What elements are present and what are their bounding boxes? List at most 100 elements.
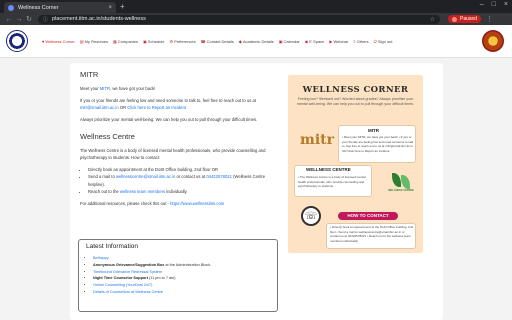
profile-label: Paused [460,16,477,22]
list-item: Online Counselling (YourDost 24/7) [93,282,270,289]
site-header: ♥ Wellness Corner ▤ My Resumes ▦ Companies … [0,25,512,58]
additional-resources: For additional resources, please check t… [80,200,225,206]
url-text: placement.iitm.ac.in/students-wellness [52,16,146,22]
nav-label: My Resumes [84,39,108,44]
list-item: BeHappy [93,255,270,262]
content-card: MITR Meet your MITR, we have got your ba… [70,63,443,320]
maximize-icon[interactable]: □ [492,1,496,8]
list-item: Anonymous Grievance/Suggestion Box at th… [93,262,270,269]
nav-calendar[interactable]: ▣ Calendar [279,39,300,44]
helpline-phone-link[interactable]: 04422578021 [206,174,232,179]
phone-icon: ☎ [200,39,206,44]
grievance-system-link[interactable]: Timebound Grievance Redressal System [93,270,162,274]
wc-logo-label: WELLNESS CENTRE [388,189,414,192]
poster-title: WELLNESS CORNER [302,85,409,95]
nav-academic-details[interactable]: ◆ Academic Details [239,39,274,44]
wellness-poster: WELLNESS CORNER Feeling low? Stressed ou… [288,75,423,253]
list-item: Send a mail to wellnesscentre@smail.iitm… [88,173,280,187]
window-close-icon[interactable]: × [504,1,508,8]
browser-toolbar: ← → ↻ ⓘ placement.iitm.ac.in/students-we… [0,13,512,25]
graduation-icon: ◆ [238,39,242,44]
wellness-email-link[interactable]: wellnesscentre@smail.iitm.ac.in [116,174,175,179]
mitr-logo: mitr [300,132,334,148]
leaf-icon [401,175,410,189]
calendar-icon: ▣ [278,39,283,44]
nav-contact-details[interactable]: ☎ Contact Details [201,39,234,44]
sign-out-icon: ⏻ [373,39,377,44]
tab-title: Wellness Corner [18,4,59,11]
nav-label: Contact Details [206,39,234,44]
nav-label: Companies [117,39,139,44]
nav-my-resumes[interactable]: ▤ My Resumes [80,39,108,44]
nav-label: Calendar [283,39,300,44]
nav-wellness-corner[interactable]: ♥ Wellness Corner [42,39,75,44]
list-item: Night Time Counselor Support (11 pm to 7… [93,275,270,282]
calendar-icon: ▣ [143,39,147,44]
list-item: Details of Counsellors at Wellness Centr… [93,289,270,296]
forward-icon[interactable]: → [14,16,24,23]
profile-button[interactable]: Paused [448,15,481,23]
mitr-reach-out: If you or your friends are feeling low a… [80,97,256,111]
mitr-link[interactable]: MITR [100,86,110,91]
text-column: MITR Meet your MITR, we have got your ba… [80,69,280,210]
page-body: MITR Meet your MITR, we have got your ba… [0,58,512,320]
document-icon: ▤ [79,39,84,44]
main-nav: ♥ Wellness Corner ▤ My Resumes ▦ Companies … [42,39,393,44]
resources-link[interactable]: https://www.wellnessiitm.com [170,201,224,206]
list-item: Timebound Grievance Redressal System [93,269,270,276]
browser-tab-strip: Wellness Corner × + – □ × [0,0,512,13]
latest-heading: Latest Information [86,243,139,250]
gear-icon: ⚙ [169,39,174,44]
nav-label: E Space [309,39,325,44]
mitr-prioritize: Always prioritize your mental well-being… [80,117,258,123]
nav-label: Sign out [377,39,393,44]
mitr-heading: MITR [80,70,99,79]
nav-webinar[interactable]: ▶ Webinar [329,39,348,44]
wellness-centre-heading: Wellness Centre [80,132,135,142]
tab-close-icon[interactable]: × [108,5,112,11]
poster-wc-title: WELLNESS CENTRE [306,167,351,172]
reload-icon[interactable]: ↻ [24,15,34,23]
building-icon: ▦ [113,39,117,44]
new-tab-icon[interactable]: + [120,2,125,11]
behappy-link[interactable]: BeHappy [93,256,109,260]
browser-menu-icon[interactable]: ⋮ [486,15,493,23]
report-incident-link[interactable]: Click here to Report an Incident [127,105,186,110]
nav-label: Others [356,39,369,44]
nav-label: Academic Details [242,39,274,44]
how-to-contact-pill: HOW TO CONTACT [338,212,398,220]
address-bar[interactable]: ⓘ placement.iitm.ac.in/students-wellness… [38,14,440,24]
mitr-email-link[interactable]: mitr@smail.iitm.ac.in [80,105,119,110]
window-controls: – □ × [480,1,508,8]
online-counselling-link[interactable]: Online Counselling (YourDost 24/7) [93,283,152,287]
contact-list: Directly book an appointment at the DoSt… [88,166,280,195]
nav-label: Preferences [174,39,196,44]
iitm-logo[interactable] [6,30,28,52]
avatar [452,16,457,22]
nav-others[interactable]: ≡ Others [353,39,368,44]
counsellors-details-link[interactable]: Details of Counsellors at Wellness Centr… [93,290,163,294]
emblem-logo [482,30,504,52]
back-icon[interactable]: ← [4,16,14,23]
browser-tab[interactable]: Wellness Corner × [4,2,116,13]
nav-companies[interactable]: ▦ Companies [113,39,138,44]
list-item: Directly book an appointment at the DoSt… [88,166,280,173]
nav-preferences[interactable]: ⚙ Preferences [169,39,195,44]
bookmark-star-icon[interactable]: ☆ [430,16,435,23]
nav-e-space[interactable]: ◉ E Space [305,39,325,44]
nav-label: Wellness Corner [45,39,75,44]
site-info-icon[interactable]: ⓘ [43,16,48,23]
team-members-link[interactable]: wellness team members [120,189,165,194]
nav-schedule[interactable]: ▣ Schedule [143,39,164,44]
poster-contact-text: • Directly book an appointment at the Do… [330,225,414,243]
minimize-icon[interactable]: – [480,1,484,8]
list-item: Reach out to the wellness team members i… [88,188,280,195]
nav-label: Webinar [333,39,349,44]
nav-label: Schedule [147,39,165,44]
video-icon: ▶ [329,39,333,44]
mitr-intro: Meet your MITR, we have got your back! [80,85,156,91]
nav-sign-out[interactable]: ⏻ Sign out [374,39,393,44]
globe-icon: ◉ [304,39,309,44]
latest-list: BeHappy Anonymous Grievance/Suggestion B… [93,255,270,296]
favicon-icon [8,4,14,11]
